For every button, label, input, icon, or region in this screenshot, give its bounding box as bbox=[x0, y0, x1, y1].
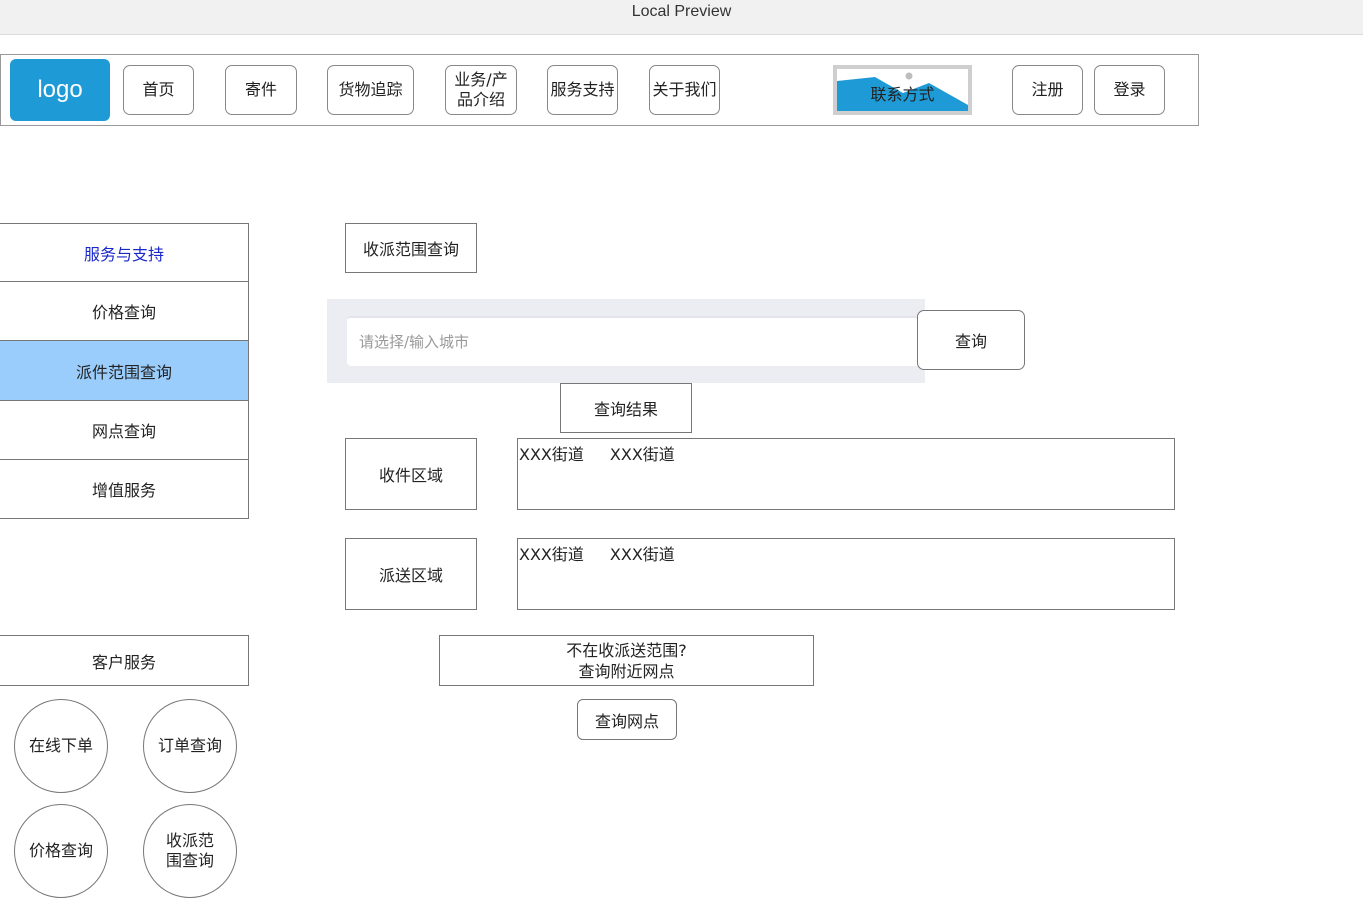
nav-products-button[interactable]: 业务/产 品介绍 bbox=[445, 65, 517, 115]
out-of-range-notice: 不在收派送范围? 查询附近网点 bbox=[439, 635, 814, 686]
nav-send-button[interactable]: 寄件 bbox=[225, 65, 297, 115]
window-title: Local Preview bbox=[631, 3, 732, 20]
query-outlet-button[interactable]: 查询网点 bbox=[577, 699, 677, 740]
nav-support-button[interactable]: 服务支持 bbox=[547, 65, 618, 115]
customer-service-heading: 客户服务 bbox=[0, 635, 249, 686]
range-query-circle-button[interactable]: 收派范 围查询 bbox=[143, 804, 237, 898]
window-titlebar: Local Preview bbox=[0, 0, 1363, 35]
notice-line-2: 查询附近网点 bbox=[578, 661, 675, 681]
street-item: XXX街道 bbox=[519, 545, 584, 564]
logo[interactable]: logo bbox=[10, 59, 110, 121]
contact-label: 联系方式 bbox=[870, 85, 935, 104]
login-button[interactable]: 登录 bbox=[1094, 65, 1165, 115]
sidebar-item-outlet-query[interactable]: 网点查询 bbox=[0, 400, 249, 460]
online-order-button[interactable]: 在线下单 bbox=[14, 699, 108, 793]
search-button[interactable]: 查询 bbox=[917, 310, 1025, 370]
street-item: XXX街道 bbox=[609, 545, 675, 564]
price-query-circle-button[interactable]: 价格查询 bbox=[14, 804, 108, 898]
street-item: XXX街道 bbox=[519, 445, 584, 464]
pickup-area-label: 收件区域 bbox=[345, 438, 477, 510]
sidebar-header-service-support: 服务与支持 bbox=[0, 223, 249, 282]
city-search-input[interactable] bbox=[347, 316, 921, 366]
delivery-area-list: XXX街道 XXX街道 bbox=[517, 538, 1175, 610]
result-title: 查询结果 bbox=[560, 383, 692, 433]
sidebar-item-delivery-range[interactable]: 派件范围查询 bbox=[0, 340, 249, 401]
contact-image-button[interactable]: 联系方式 bbox=[833, 65, 972, 115]
pickup-area-list: XXX街道 XXX街道 bbox=[517, 438, 1175, 510]
section-title: 收派范围查询 bbox=[345, 223, 477, 273]
nav-home-button[interactable]: 首页 bbox=[123, 65, 194, 115]
nav-about-button[interactable]: 关于我们 bbox=[649, 65, 720, 115]
nav-tracking-button[interactable]: 货物追踪 bbox=[327, 65, 414, 115]
street-item: XXX街道 bbox=[609, 445, 675, 464]
sidebar-item-value-added[interactable]: 增值服务 bbox=[0, 459, 249, 519]
delivery-area-label: 派送区域 bbox=[345, 538, 477, 610]
order-query-button[interactable]: 订单查询 bbox=[143, 699, 237, 793]
notice-line-1: 不在收派送范围? bbox=[566, 640, 687, 660]
sidebar-item-price-query[interactable]: 价格查询 bbox=[0, 281, 249, 341]
register-button[interactable]: 注册 bbox=[1012, 65, 1083, 115]
